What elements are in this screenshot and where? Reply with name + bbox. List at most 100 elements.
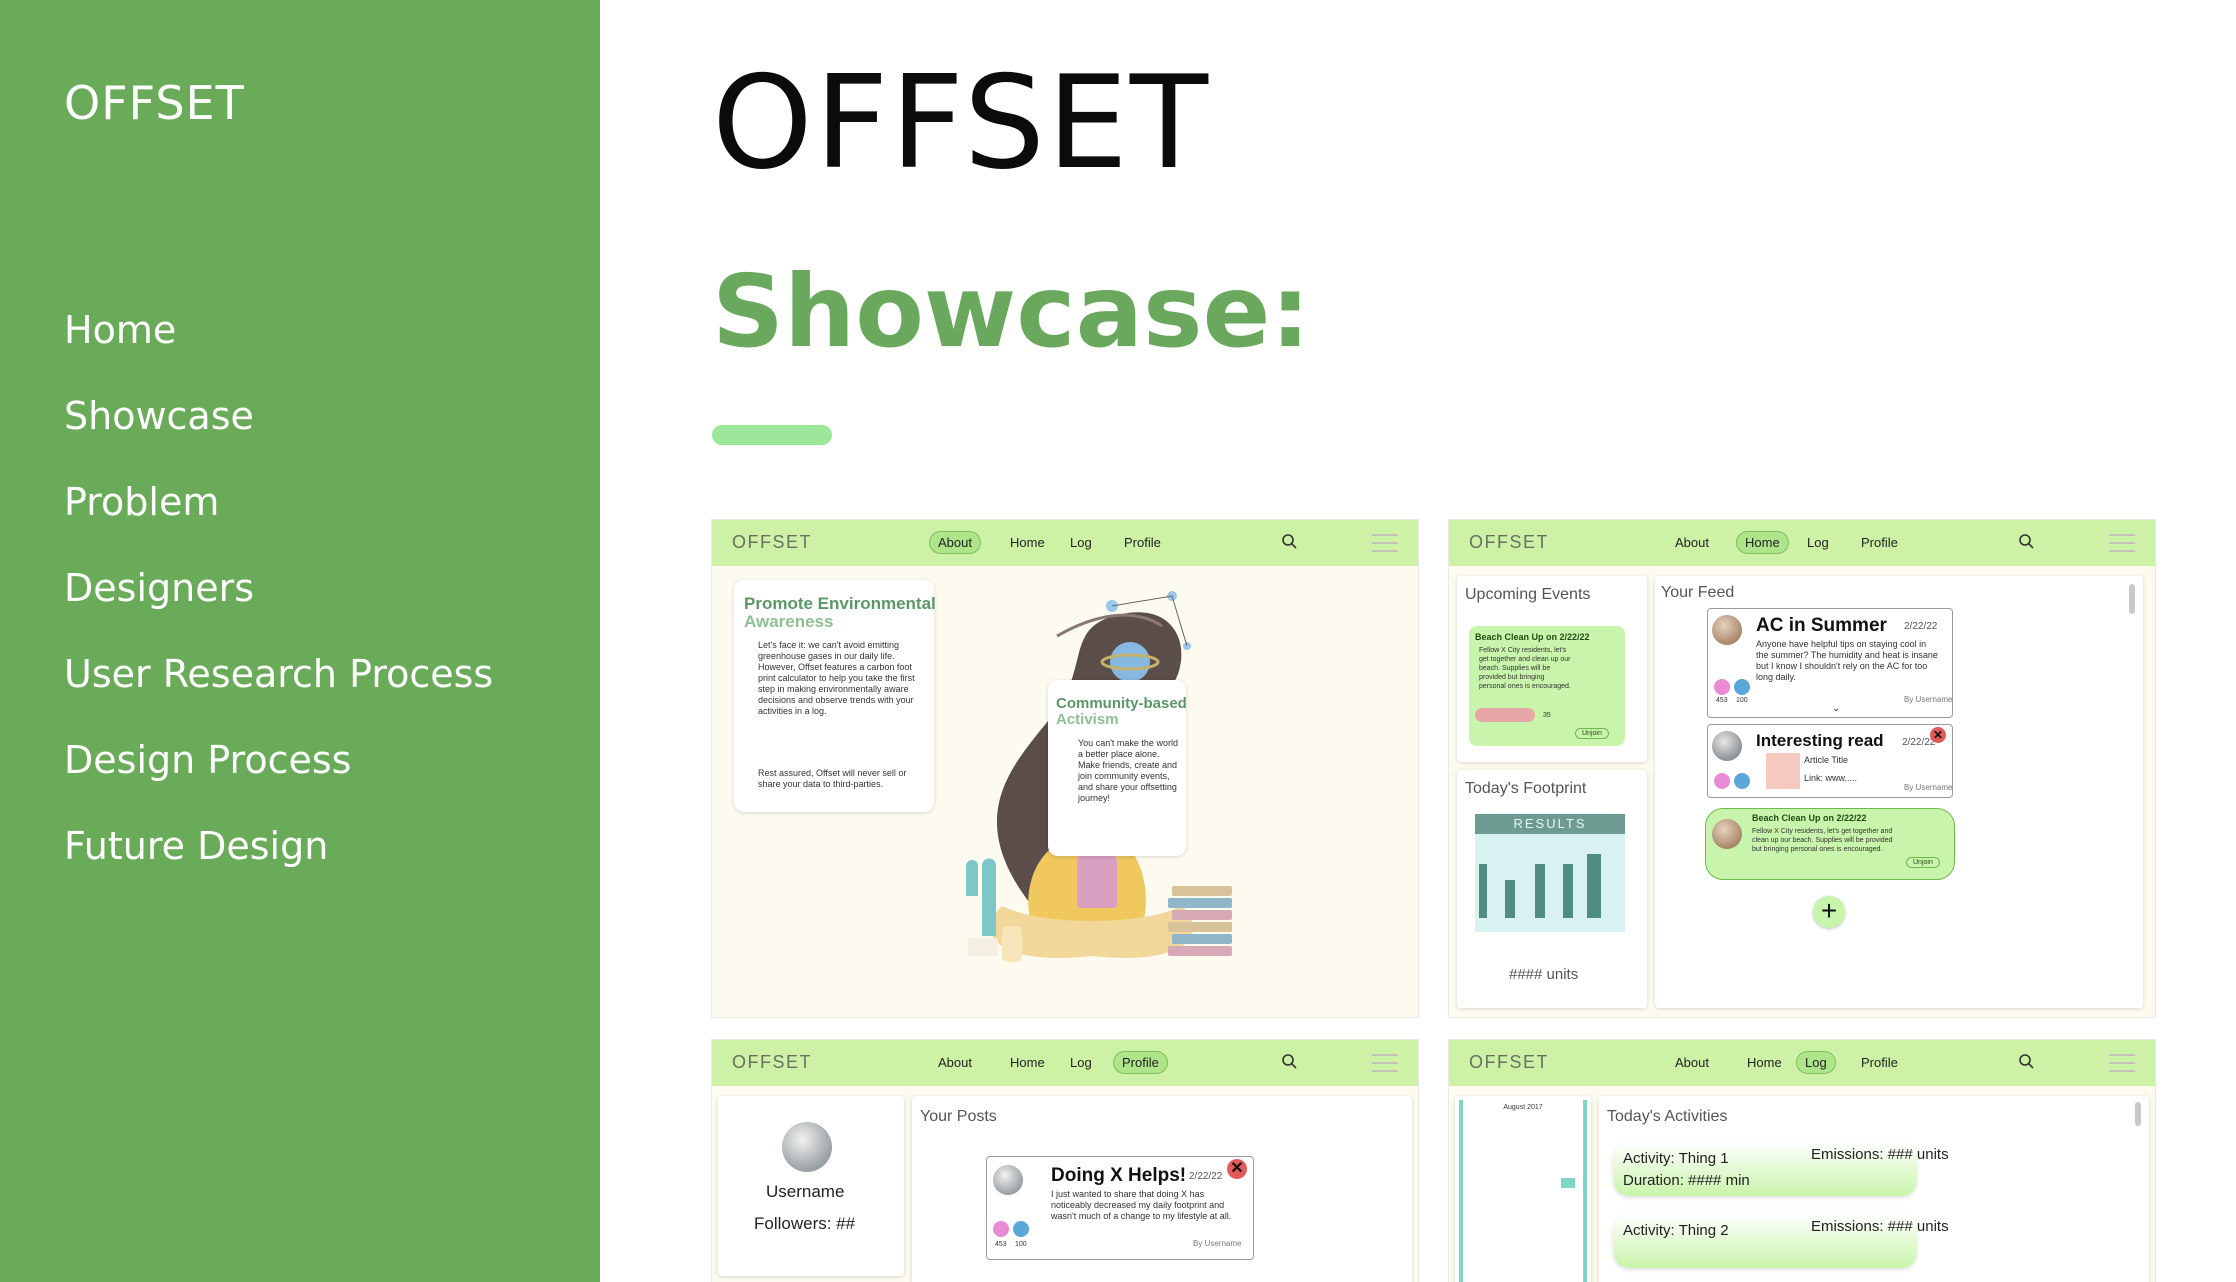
calendar-panel: August 2017 — [1455, 1096, 1591, 1282]
mock-menu-icon — [2109, 534, 2135, 552]
calendar-month: August 2017 — [1503, 1104, 1543, 1111]
mock-nav-log: Log — [1070, 1055, 1092, 1070]
showcase-log-screen[interactable]: OFFSET About Home Log Profile August 201… — [1449, 1040, 2155, 1282]
event-unjoin-button: Unjoin — [1575, 728, 1609, 739]
nav-link-user-research-process[interactable]: User Research Process — [64, 650, 493, 736]
showcase-home-screen[interactable]: OFFSET About Home Log Profile Upcoming E… — [1449, 520, 2155, 1017]
article-link: Link: www..... — [1804, 773, 1858, 783]
nav-link-home[interactable]: Home — [64, 306, 493, 392]
profile-followers: Followers: ## — [754, 1214, 856, 1233]
calendar-edge — [1459, 1100, 1463, 1282]
post-avatar — [1712, 615, 1742, 645]
delete-post-icon: ✕ — [1930, 727, 1946, 743]
nav-link-future-design[interactable]: Future Design — [64, 822, 493, 908]
todays-footprint-panel: Today's Footprint RESULTS #### units — [1457, 770, 1647, 1008]
nav-link-problem[interactable]: Problem — [64, 478, 493, 564]
event-attendee-count: 35 — [1543, 712, 1551, 719]
mock-nav-about: About — [938, 1055, 972, 1070]
upcoming-events-panel: Upcoming Events Beach Clean Up on 2/22/2… — [1457, 576, 1647, 762]
sidebar: OFFSET Home Showcase Problem Designers U… — [0, 0, 600, 1282]
page-title: OFFSET — [712, 49, 1211, 198]
event-unjoin-button: Unjoin — [1906, 857, 1940, 868]
feed-post-ac-in-summer: AC in Summer 2/22/22 Anyone have helpful… — [1707, 608, 1953, 718]
post-date: 2/22/22 — [1904, 621, 1938, 632]
about-card2-title-2: Activism — [1056, 711, 1119, 728]
about-card-activism: Community-based Activism You can't make … — [1048, 680, 1187, 856]
event-attendee-avatars — [1475, 708, 1535, 722]
post-author: By Username — [1904, 695, 1953, 704]
post-comment-count: 100 — [1015, 1241, 1027, 1248]
results-bar — [1505, 880, 1515, 918]
mock-header: OFFSET About Home Log Profile — [712, 1040, 1418, 1086]
nav-link-design-process[interactable]: Design Process — [64, 736, 493, 822]
mock-search-icon — [1282, 1054, 1297, 1069]
mock-nav-log: Log — [1070, 535, 1092, 550]
mock-nav-profile: Profile — [1861, 1055, 1898, 1070]
calendar-edge — [1583, 1100, 1587, 1282]
profile-avatar — [782, 1122, 832, 1172]
calendar-selected-day — [1561, 1178, 1575, 1188]
post-body: Anyone have helpful tips on staying cool… — [1756, 639, 1938, 682]
mock-header: OFFSET About Home Log Profile — [1449, 520, 2155, 566]
heart-icon — [1714, 773, 1730, 789]
post-avatar — [1712, 731, 1742, 761]
showcase-profile-screen[interactable]: OFFSET About Home Log Profile Username F… — [712, 1040, 1418, 1282]
profile-info-panel: Username Followers: ## — [718, 1096, 904, 1276]
results-bar — [1563, 864, 1573, 918]
activity-emissions: Emissions: ### units — [1811, 1146, 1949, 1163]
main-content: OFFSET Showcase: OFFSET About Home Log P… — [600, 0, 2236, 1282]
activity-name: Activity: Thing 1 — [1623, 1150, 1729, 1167]
your-posts-panel: Your Posts Doing X Helps! 2/22/22 ✕ I ju… — [912, 1096, 1412, 1282]
about-card-title-2: Awareness — [744, 612, 834, 631]
post-avatar — [993, 1165, 1023, 1195]
mock-header: OFFSET About Home Log Profile — [712, 520, 1418, 566]
todays-activities-title: Today's Activities — [1607, 1108, 1728, 1125]
feed-event-beach-clean-up: Beach Clean Up on 2/22/22 Fellow X City … — [1705, 808, 1955, 880]
comment-icon — [1013, 1221, 1029, 1237]
results-chart: RESULTS — [1475, 814, 1625, 932]
section-title: Showcase: — [712, 253, 1311, 370]
mock-menu-icon — [1372, 1054, 1398, 1072]
post-title: AC in Summer — [1756, 615, 1887, 636]
event-body: Fellow X City residents, let's get toget… — [1752, 828, 1893, 853]
post-avatar — [1712, 819, 1742, 849]
todays-footprint-title: Today's Footprint — [1465, 780, 1587, 797]
mock-header: OFFSET About Home Log Profile — [1449, 1040, 2155, 1086]
results-bar — [1479, 864, 1487, 918]
mock-nav-profile: Profile — [1114, 1052, 1167, 1073]
showcase-about-screen[interactable]: OFFSET About Home Log Profile Promote En… — [712, 520, 1418, 1017]
mock-logo: OFFSET — [732, 532, 812, 552]
results-bar — [1587, 854, 1601, 918]
feed-scrollbar — [2129, 584, 2135, 614]
mock-menu-icon — [1372, 534, 1398, 552]
sidebar-brand[interactable]: OFFSET — [64, 76, 245, 130]
expand-chevron-icon: ⌄ — [1832, 703, 1841, 714]
your-feed-panel: Your Feed AC in Summer 2/22/22 Anyone ha… — [1655, 576, 2143, 1008]
nav-link-designers[interactable]: Designers — [64, 564, 493, 650]
event-title: Beach Clean Up on 2/22/22 — [1475, 632, 1590, 642]
activities-scrollbar — [2135, 1102, 2141, 1126]
profile-post: Doing X Helps! 2/22/22 ✕ I just wanted t… — [986, 1156, 1254, 1260]
delete-post-icon: ✕ — [1227, 1159, 1247, 1179]
article-thumbnail — [1766, 753, 1800, 789]
activity-entry: Activity: Thing 1 Emissions: ### units D… — [1613, 1142, 1949, 1196]
post-author: By Username — [1904, 783, 1953, 792]
post-body: I just wanted to share that doing X has … — [1051, 1189, 1232, 1221]
mock-logo: OFFSET — [732, 1052, 812, 1072]
profile-username: Username — [766, 1182, 845, 1201]
mock-nav-profile: Profile — [1861, 535, 1898, 550]
post-like-count: 453 — [1716, 697, 1728, 704]
sidebar-nav: Home Showcase Problem Designers User Res… — [64, 306, 493, 908]
nav-link-showcase[interactable]: Showcase — [64, 392, 493, 478]
mock-logo: OFFSET — [1469, 532, 1549, 552]
post-comment-count: 100 — [1736, 697, 1748, 704]
mock-nav-about: About — [930, 532, 980, 553]
activity-emissions: Emissions: ### units — [1811, 1218, 1949, 1235]
results-label: RESULTS — [1475, 814, 1625, 834]
activity-duration: Duration: #### min — [1623, 1172, 1750, 1189]
mock-nav-log: Log — [1807, 535, 1829, 550]
todays-activities-panel: Today's Activities Activity: Thing 1 Emi… — [1599, 1096, 2149, 1282]
results-bar — [1535, 864, 1545, 918]
mock-nav-log: Log — [1797, 1052, 1835, 1073]
feed-post-interesting-read: Interesting read 2/22/22 ✕ Article Title… — [1707, 724, 1953, 798]
